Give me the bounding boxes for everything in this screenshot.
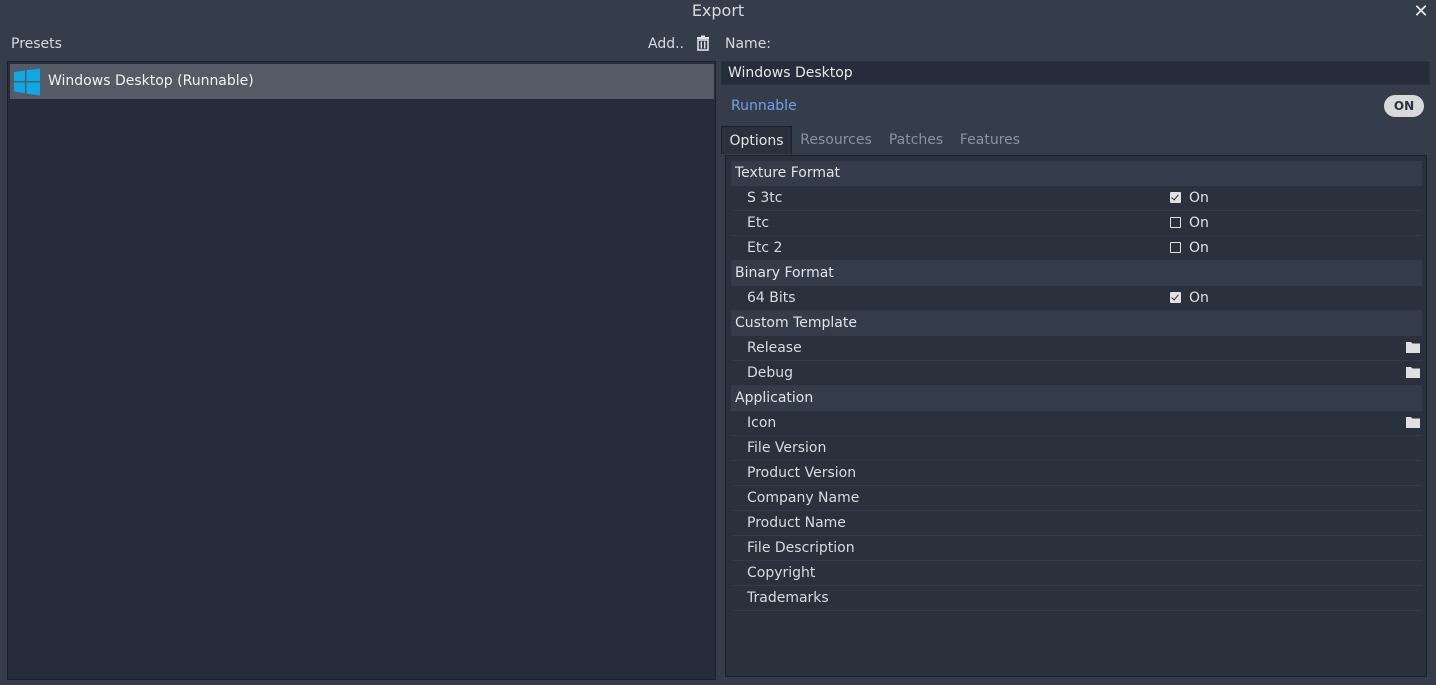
prop-row-product-name: Product Name — [731, 511, 1422, 536]
product-name-field[interactable] — [1168, 511, 1422, 535]
runnable-toggle[interactable]: ON — [1384, 95, 1424, 117]
prop-row-icon: Icon — [731, 411, 1422, 436]
64-bits-checkbox[interactable]: On — [1168, 286, 1422, 310]
tab-options[interactable]: Options — [721, 126, 792, 154]
name-label: Name: — [725, 36, 772, 52]
trademarks-field[interactable] — [1168, 586, 1422, 610]
preset-label: Windows Desktop (Runnable) — [48, 73, 254, 89]
s3tc-checkbox[interactable]: On — [1168, 186, 1422, 210]
tab-features[interactable]: Features — [957, 126, 1023, 154]
section-custom-template[interactable]: Custom Template — [731, 311, 1422, 336]
prop-label: Copyright — [747, 565, 816, 581]
options-panel: Texture Format S 3tc On Etc On Etc 2 On … — [725, 155, 1427, 677]
release-path-field[interactable] — [1168, 336, 1422, 360]
prop-row-etc2: Etc 2 On — [731, 236, 1422, 261]
tab-patches[interactable]: Patches — [884, 126, 948, 154]
checkbox-label: On — [1189, 290, 1209, 306]
prop-label: Trademarks — [747, 590, 829, 606]
etc2-checkbox[interactable]: On — [1168, 236, 1422, 260]
section-binary-format[interactable]: Binary Format — [731, 261, 1422, 286]
prop-label: Company Name — [747, 490, 860, 506]
presets-list: Windows Desktop (Runnable) — [7, 61, 716, 680]
add-preset-button[interactable]: Add.. — [648, 34, 684, 54]
checkbox-checked-icon — [1170, 192, 1181, 203]
prop-row-etc: Etc On — [731, 211, 1422, 236]
prop-label: S 3tc — [747, 190, 783, 206]
debug-path-field[interactable] — [1168, 361, 1422, 385]
prop-row-company-name: Company Name — [731, 486, 1422, 511]
prop-row-product-version: Product Version — [731, 461, 1422, 486]
dialog-title: Export — [691, 1, 745, 20]
prop-row-debug: Debug — [731, 361, 1422, 386]
copyright-field[interactable] — [1168, 561, 1422, 585]
section-application[interactable]: Application — [731, 386, 1422, 411]
prop-row-file-version: File Version — [731, 436, 1422, 461]
close-button[interactable]: ✕ — [1410, 1, 1432, 23]
export-dialog: Export ✕ Presets Add.. Windows Desktop (… — [0, 0, 1436, 685]
company-name-field[interactable] — [1168, 486, 1422, 510]
close-icon: ✕ — [1413, 1, 1429, 22]
prop-label: File Description — [747, 540, 855, 556]
checkbox-label: On — [1189, 240, 1209, 256]
prop-label: Etc 2 — [747, 240, 783, 256]
checkbox-unchecked-icon — [1170, 217, 1181, 228]
presets-label: Presets — [11, 36, 62, 52]
icon-path-field[interactable] — [1168, 411, 1422, 435]
prop-label: Release — [747, 340, 802, 356]
options-inspector: Texture Format S 3tc On Etc On Etc 2 On … — [731, 161, 1422, 611]
name-input[interactable] — [721, 61, 1430, 85]
section-texture-format[interactable]: Texture Format — [731, 161, 1422, 186]
checkbox-label: On — [1189, 215, 1209, 231]
windows-logo-icon — [14, 68, 40, 96]
file-version-field[interactable] — [1168, 436, 1422, 460]
prop-row-file-description: File Description — [731, 536, 1422, 561]
prop-label: Icon — [747, 415, 777, 431]
prop-row-64-bits: 64 Bits On — [731, 286, 1422, 311]
runnable-label: Runnable — [731, 98, 797, 114]
folder-icon[interactable] — [1406, 366, 1420, 378]
prop-label: Etc — [747, 215, 770, 231]
prop-label: Product Version — [747, 465, 857, 481]
etc-checkbox[interactable]: On — [1168, 211, 1422, 235]
prop-label: Debug — [747, 365, 794, 381]
checkbox-unchecked-icon — [1170, 242, 1181, 253]
trash-icon[interactable] — [695, 35, 711, 51]
tab-resources[interactable]: Resources — [797, 126, 875, 154]
folder-icon[interactable] — [1406, 341, 1420, 353]
prop-label: File Version — [747, 440, 827, 456]
checkbox-label: On — [1189, 190, 1209, 206]
prop-label: 64 Bits — [747, 290, 796, 306]
prop-row-trademarks: Trademarks — [731, 586, 1422, 611]
folder-icon[interactable] — [1406, 416, 1420, 428]
prop-row-copyright: Copyright — [731, 561, 1422, 586]
file-description-field[interactable] — [1168, 536, 1422, 560]
prop-row-s3tc: S 3tc On — [731, 186, 1422, 211]
checkbox-checked-icon — [1170, 292, 1181, 303]
product-version-field[interactable] — [1168, 461, 1422, 485]
prop-label: Product Name — [747, 515, 846, 531]
prop-row-release: Release — [731, 336, 1422, 361]
preset-item-windows-desktop[interactable]: Windows Desktop (Runnable) — [10, 64, 714, 99]
